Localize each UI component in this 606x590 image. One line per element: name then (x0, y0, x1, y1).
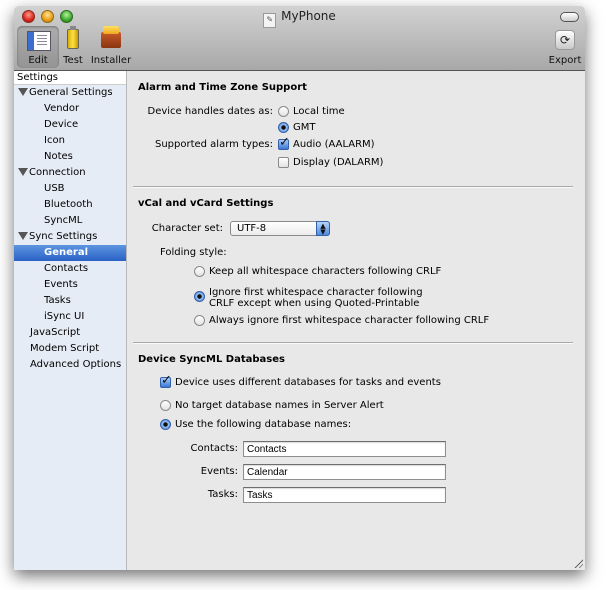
local-time-radio[interactable]: Local time (278, 106, 345, 117)
radio-icon (194, 315, 205, 326)
toolbar-export-label: Export (548, 55, 582, 66)
charset-label: Character set: (151, 223, 223, 234)
radio-icon (160, 400, 171, 411)
audio-alarm-checkbox[interactable]: Audio (AALARM) (278, 135, 375, 150)
sidebar-item-bluetooth[interactable]: Bluetooth (14, 197, 126, 213)
gmt-label: GMT (293, 122, 316, 133)
sidebar-item-javascript[interactable]: JavaScript (14, 325, 126, 341)
sidebar-item-connection[interactable]: Connection (14, 165, 126, 181)
radio-icon (278, 106, 289, 117)
spray-can-icon (67, 26, 79, 49)
edit-icon (27, 31, 51, 51)
settings-panel: Alarm and Time Zone Support Device handl… (127, 71, 585, 570)
toolbar-export-button[interactable]: ⟳ Export (548, 26, 582, 68)
app-window: ✎ MyPhone Edit Test Installer ⟳ Export Se… (14, 6, 585, 570)
sidebar-item-modem-script[interactable]: Modem Script (14, 341, 126, 357)
radio-selected-icon (160, 419, 171, 430)
folding-keep-radio[interactable]: Keep all whitespace characters following… (194, 266, 441, 277)
radio-selected-icon (278, 122, 289, 133)
disclosure-triangle-icon[interactable] (18, 88, 28, 96)
sidebar-item-notes[interactable]: Notes (14, 149, 126, 165)
charset-select[interactable]: UTF-8 ▲ ▼ (230, 221, 330, 236)
vcal-section-title: vCal and vCard Settings (138, 198, 274, 209)
toolbar: ✎ MyPhone Edit Test Installer ⟳ Export (14, 6, 585, 71)
chevron-up-down-icon: ▲ ▼ (316, 221, 330, 236)
sidebar-item-advanced-options[interactable]: Advanced Options (14, 357, 126, 373)
tasks-db-input[interactable] (243, 487, 446, 503)
sidebar-item-sync-settings[interactable]: Sync Settings (14, 229, 126, 245)
charset-value: UTF-8 (237, 223, 267, 234)
folding-ignore-first-label: Ignore first whitespace character follow… (209, 287, 423, 309)
sidebar-item-general-settings[interactable]: General Settings (14, 85, 126, 101)
sidebar-item-label: Sync Settings (29, 231, 98, 242)
resize-grip[interactable] (573, 558, 583, 568)
document-icon: ✎ (263, 13, 277, 28)
disclosure-triangle-icon[interactable] (18, 168, 28, 176)
gmt-radio[interactable]: GMT (278, 122, 316, 133)
folding-ignore-first-line1: Ignore first whitespace character follow… (209, 287, 423, 298)
toolbar-edit-label: Edit (28, 55, 48, 66)
sidebar-item-icon[interactable]: Icon (14, 133, 126, 149)
folding-always-ignore-label: Always ignore first whitespace character… (209, 315, 490, 326)
radio-icon (194, 266, 205, 277)
alarm-types-label: Supported alarm types: (154, 139, 273, 150)
sidebar-item-isync-ui[interactable]: iSync UI (14, 309, 126, 325)
section-divider (133, 186, 573, 188)
checkbox-icon (278, 157, 289, 168)
sidebar-item-contacts[interactable]: Contacts (14, 261, 126, 277)
databases-section-title: Device SyncML Databases (138, 354, 285, 365)
sidebar-item-general[interactable]: General (14, 245, 126, 261)
folding-ignore-first-radio[interactable]: Ignore first whitespace character follow… (194, 287, 423, 309)
toolbar-test-label: Test (63, 55, 83, 66)
toolbar-test-button[interactable]: Test (59, 26, 87, 68)
sidebar-item-device[interactable]: Device (14, 117, 126, 133)
sidebar-item-syncml[interactable]: SyncML (14, 213, 126, 229)
sidebar: Settings General Settings Vendor Device … (14, 71, 127, 570)
display-alarm-checkbox[interactable]: Display (DALARM) (278, 157, 383, 168)
no-target-names-radio[interactable]: No target database names in Server Alert (160, 400, 384, 411)
different-databases-checkbox[interactable]: Device uses different databases for task… (160, 373, 441, 388)
disclosure-triangle-icon[interactable] (18, 232, 28, 240)
folding-ignore-first-line2: CRLF except when using Quoted-Printable (209, 298, 420, 309)
contacts-db-label: Contacts: (190, 443, 239, 454)
events-db-label: Events: (200, 466, 238, 477)
toolbar-installer-label: Installer (90, 55, 132, 66)
sidebar-item-vendor[interactable]: Vendor (14, 101, 126, 117)
sidebar-item-label: Connection (29, 167, 86, 178)
use-database-names-label: Use the following database names: (175, 419, 352, 430)
package-icon (101, 26, 121, 48)
use-database-names-radio[interactable]: Use the following database names: (160, 419, 351, 430)
no-target-names-label: No target database names in Server Alert (175, 400, 384, 411)
audio-alarm-label: Audio (AALARM) (293, 139, 375, 150)
radio-selected-icon (194, 291, 205, 302)
sidebar-item-label: General Settings (29, 87, 113, 98)
window-title-text: MyPhone (281, 9, 336, 23)
events-db-input[interactable] (243, 464, 446, 480)
sidebar-item-events[interactable]: Events (14, 277, 126, 293)
dates-label: Device handles dates as: (147, 106, 274, 117)
sidebar-item-tasks[interactable]: Tasks (14, 293, 126, 309)
folding-always-ignore-radio[interactable]: Always ignore first whitespace character… (194, 315, 489, 326)
display-alarm-label: Display (DALARM) (293, 157, 384, 168)
local-time-label: Local time (293, 106, 345, 117)
different-databases-label: Device uses different databases for task… (175, 377, 441, 388)
section-divider (133, 342, 573, 344)
toolbar-installer-button[interactable]: Installer (90, 26, 132, 68)
sidebar-header: Settings (14, 71, 126, 85)
folding-keep-label: Keep all whitespace characters following… (209, 266, 442, 277)
export-icon: ⟳ (555, 30, 575, 50)
checkbox-checked-icon (160, 373, 172, 388)
folding-label: Folding style: (160, 247, 227, 258)
checkbox-checked-icon (278, 135, 290, 150)
alarm-section-title: Alarm and Time Zone Support (138, 82, 307, 93)
tasks-db-label: Tasks: (207, 489, 238, 500)
contacts-db-input[interactable] (243, 441, 446, 457)
toolbar-toggle-button[interactable] (560, 12, 579, 22)
sidebar-item-usb[interactable]: USB (14, 181, 126, 197)
toolbar-edit-button[interactable]: Edit (17, 26, 59, 68)
